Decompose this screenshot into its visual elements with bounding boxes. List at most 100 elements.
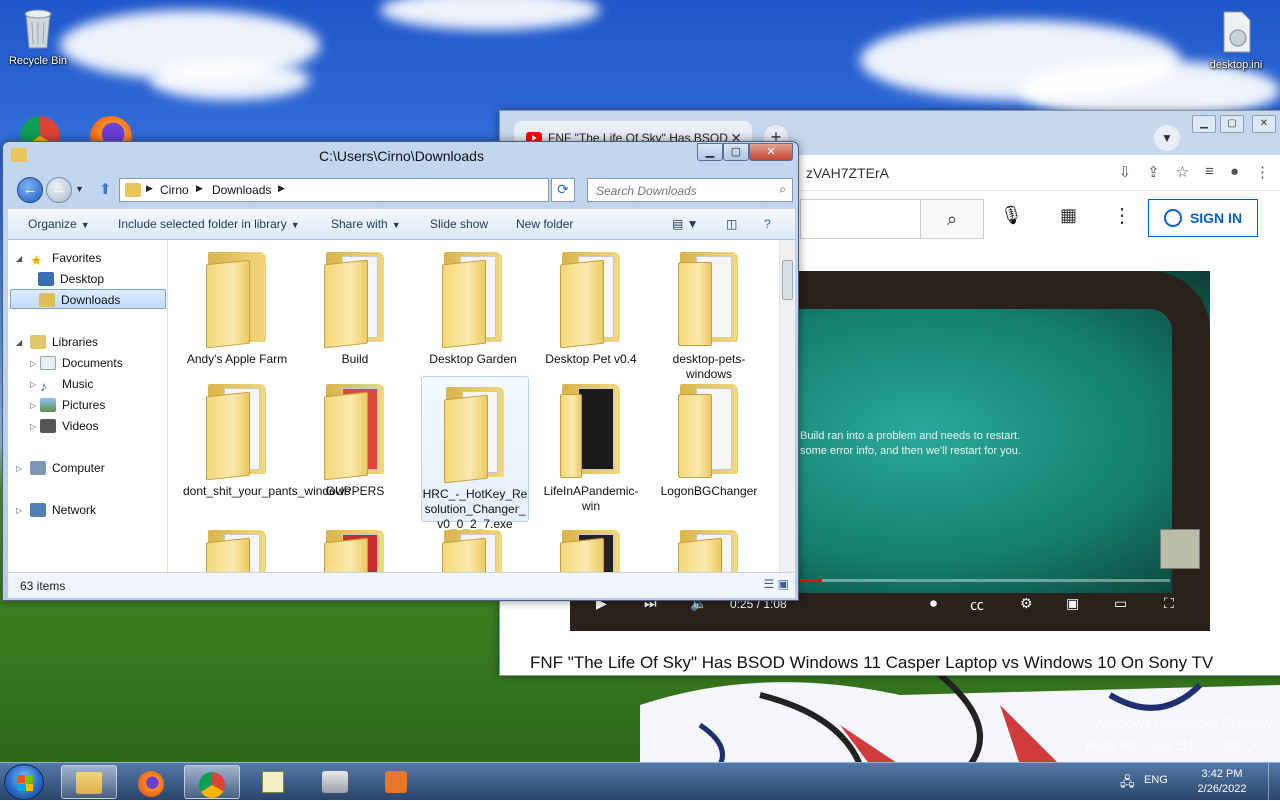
theater-mode-icon[interactable]: ▭ — [1114, 595, 1127, 612]
video-title[interactable]: FNF "The Life Of Sky" Has BSOD Windows 1… — [530, 653, 1213, 673]
folder-item[interactable]: desktop-pets-windows — [655, 242, 763, 382]
expand-arrow-icon[interactable]: ◢ — [16, 254, 22, 263]
folder-item[interactable] — [655, 520, 763, 572]
back-arrow-icon[interactable]: ← — [17, 177, 43, 203]
taskbar-firefox-button[interactable] — [123, 765, 179, 799]
profile-icon[interactable]: ● — [1230, 163, 1239, 181]
breadcrumb-item[interactable]: Cirno — [160, 183, 189, 197]
menu-kebab-icon[interactable]: ⋮ — [1255, 163, 1270, 181]
expand-arrow-icon[interactable]: ▷ — [30, 422, 36, 431]
network-tray-icon[interactable]: 🖧 — [1120, 773, 1135, 795]
folder-item[interactable]: LifeInAPandemic-win — [537, 374, 645, 514]
clock[interactable]: 3:42 PM 2/26/2022 — [1190, 767, 1254, 797]
folder-item[interactable]: dont_shit_your_pants_windows — [183, 374, 350, 499]
channel-avatar[interactable] — [1160, 529, 1200, 569]
language-indicator[interactable]: ENG — [1144, 774, 1168, 786]
expand-arrow-icon[interactable]: ▷ — [16, 464, 22, 473]
view-toggle-icons[interactable]: ☰ ▣ — [764, 577, 789, 591]
new-folder-button[interactable]: New folder — [516, 217, 573, 231]
folder-item[interactable]: Build — [301, 242, 409, 367]
nav-pictures[interactable]: Pictures — [40, 395, 105, 415]
nav-documents[interactable]: Documents — [40, 353, 123, 373]
fullscreen-icon[interactable]: ⛶ — [1164, 595, 1174, 612]
folder-item[interactable] — [183, 520, 291, 572]
taskbar-chrome-button[interactable] — [184, 765, 240, 799]
history-dropdown-icon[interactable]: ▼ — [75, 184, 84, 194]
include-in-library-button[interactable]: Include selected folder in library ▼ — [118, 217, 300, 231]
folder-item[interactable]: Andy's Apple Farm — [183, 242, 291, 367]
nav-desktop[interactable]: Desktop — [38, 269, 104, 289]
start-button[interactable] — [4, 764, 44, 800]
vertical-scrollbar[interactable] — [779, 240, 795, 572]
miniplayer-icon[interactable]: ▣ — [1066, 595, 1079, 612]
expand-arrow-icon[interactable]: ▷ — [16, 506, 22, 515]
taskbar-explorer-button[interactable] — [61, 765, 117, 799]
expand-arrow-icon[interactable]: ▷ — [30, 380, 36, 389]
breadcrumb[interactable]: ▶ Cirno ▶ Downloads ▶ ▼ — [119, 178, 645, 202]
bookmark-star-icon[interactable]: ☆ — [1176, 163, 1189, 181]
desktop-icon-desktop-ini[interactable]: desktop.ini — [1198, 10, 1274, 71]
youtube-search-input[interactable] — [800, 199, 920, 239]
breadcrumb-separator-icon[interactable]: ▶ — [196, 183, 203, 194]
nav-videos[interactable]: Videos — [40, 416, 98, 436]
microphone-icon[interactable]: 🎙 — [1000, 205, 1023, 226]
nav-computer[interactable]: Computer — [30, 458, 105, 478]
reading-list-icon[interactable]: ≡ — [1205, 163, 1214, 181]
printer-icon — [322, 771, 348, 793]
folder-name: Andy's Apple Farm — [186, 352, 288, 366]
show-desktop-button[interactable] — [1268, 763, 1280, 801]
search-icon[interactable]: ⌕ — [920, 199, 984, 239]
help-icon[interactable]: ? — [764, 217, 771, 231]
folder-item[interactable] — [537, 520, 645, 572]
autoplay-toggle-icon[interactable]: ⏺ — [930, 595, 937, 612]
install-icon[interactable]: ⇩ — [1119, 163, 1132, 181]
minimize-button[interactable]: ▁ — [697, 143, 723, 161]
maximize-button[interactable]: ▢ — [1220, 115, 1244, 133]
apps-grid-icon[interactable]: ▦ — [1060, 205, 1077, 226]
share-with-button[interactable]: Share with ▼ — [331, 217, 401, 231]
expand-arrow-icon[interactable]: ◢ — [16, 338, 22, 347]
nav-favorites[interactable]: ★ Favorites — [30, 248, 101, 268]
refresh-icon[interactable]: ⟳ — [551, 178, 575, 202]
share-icon[interactable]: ⇪ — [1147, 163, 1160, 181]
nav-downloads[interactable]: Downloads — [10, 289, 166, 309]
folder-item[interactable] — [301, 520, 409, 572]
taskbar-media-button[interactable] — [368, 765, 424, 799]
settings-gear-icon[interactable]: ⚙ — [1020, 595, 1033, 612]
up-arrow-icon[interactable]: ⬆ — [99, 180, 112, 198]
breadcrumb-item[interactable]: Downloads — [212, 183, 271, 197]
breadcrumb-separator-icon[interactable]: ▶ — [146, 183, 153, 194]
folder-item[interactable]: LogonBGChanger — [655, 374, 763, 499]
captions-icon[interactable]: ㏄ — [970, 595, 984, 615]
taskbar-printer-button[interactable] — [307, 765, 363, 799]
taskbar-notepad-button[interactable] — [245, 765, 301, 799]
maximize-button[interactable]: ▢ — [723, 143, 749, 161]
nav-libraries[interactable]: Libraries — [30, 332, 98, 352]
change-view-icon[interactable]: ▤ ▼ — [672, 217, 699, 231]
preview-pane-icon[interactable]: ◫ — [726, 217, 737, 231]
close-button[interactable]: ✕ — [749, 143, 793, 161]
search-input[interactable] — [594, 183, 764, 199]
slide-show-button[interactable]: Slide show — [430, 217, 488, 231]
address-text[interactable]: zVAH7ZTErA — [806, 165, 889, 181]
forward-arrow-icon[interactable]: → — [46, 177, 72, 203]
organize-button[interactable]: Organize ▼ — [28, 217, 90, 231]
folder-item[interactable]: Desktop Pet v0.4 — [537, 242, 645, 367]
search-box[interactable]: ⌕ — [587, 178, 793, 202]
sign-in-button[interactable]: SIGN IN — [1148, 199, 1258, 237]
minimize-button[interactable]: ▁ — [1192, 115, 1216, 133]
breadcrumb-separator-icon[interactable]: ▶ — [278, 183, 285, 194]
scroll-thumb[interactable] — [782, 260, 793, 300]
folder-item[interactable]: GUPPERS — [301, 374, 409, 499]
nav-network[interactable]: Network — [30, 500, 96, 520]
expand-arrow-icon[interactable]: ▷ — [30, 359, 36, 368]
more-kebab-icon[interactable]: ⋮ — [1112, 203, 1132, 228]
folder-item[interactable]: Desktop Garden — [419, 242, 527, 367]
tab-search-chevron-icon[interactable]: ▼ — [1154, 125, 1180, 151]
folder-item[interactable]: HRC_-_HotKey_Resolution_Changer_v0_0_2_7… — [421, 376, 529, 531]
folder-item[interactable] — [419, 520, 527, 572]
desktop-icon-recycle-bin[interactable]: Recycle Bin — [0, 6, 76, 67]
nav-music[interactable]: ♪ Music — [40, 374, 93, 394]
close-button[interactable]: ✕ — [1252, 115, 1276, 133]
expand-arrow-icon[interactable]: ▷ — [30, 401, 36, 410]
